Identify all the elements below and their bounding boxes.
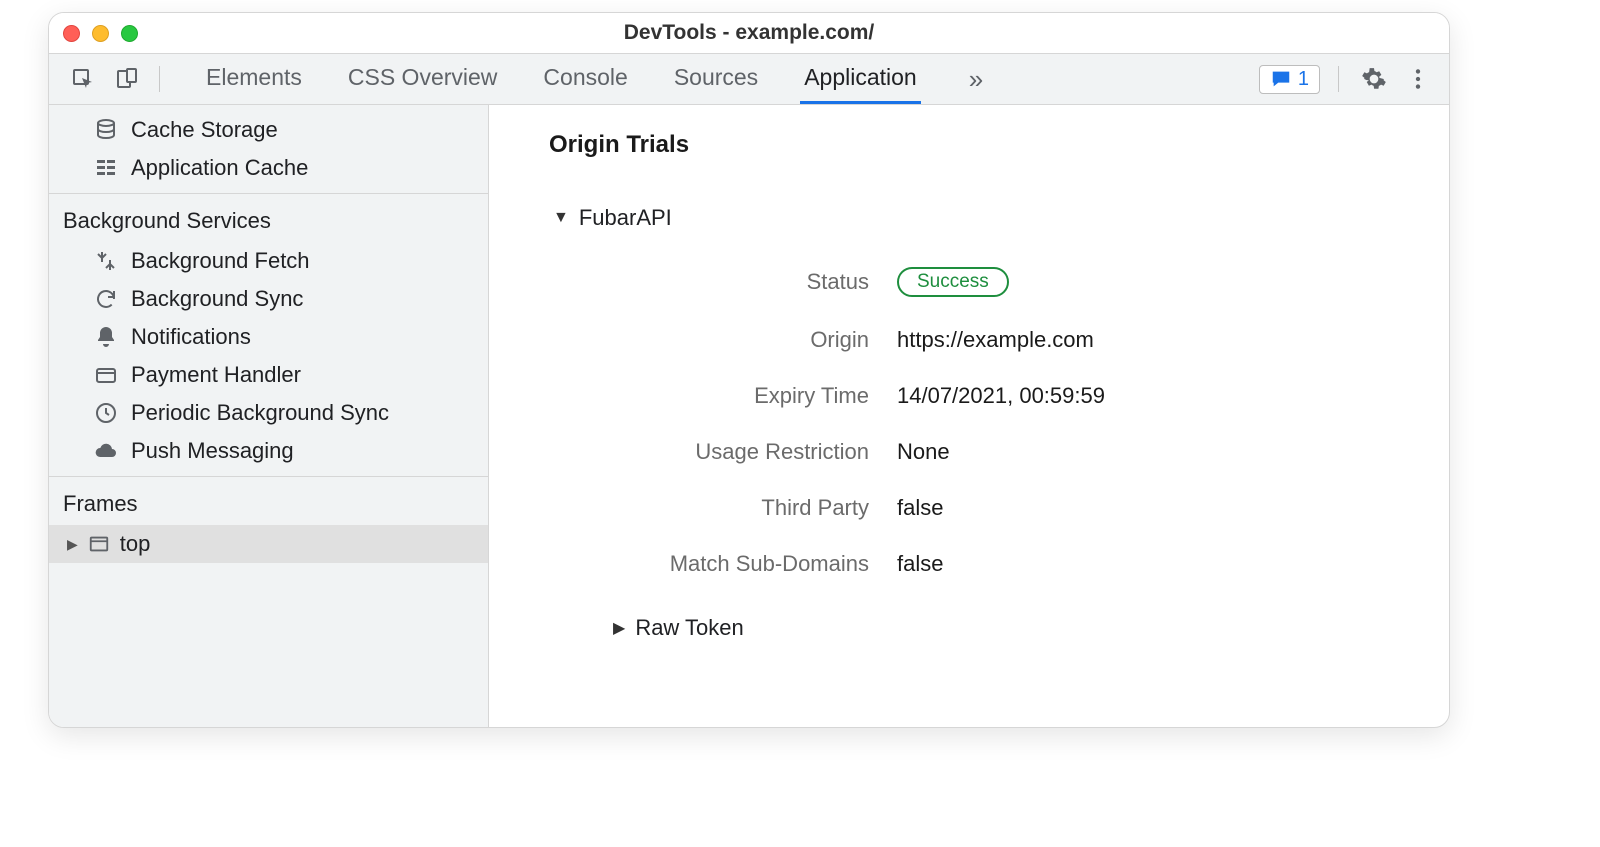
- trial-row[interactable]: ▼ FubarAPI: [549, 201, 1399, 235]
- kebab-icon: [1405, 66, 1431, 92]
- tab-application[interactable]: Application: [800, 54, 921, 104]
- sidebar-item-cache-storage[interactable]: Cache Storage: [49, 111, 488, 149]
- sidebar-item-application-cache[interactable]: Application Cache: [49, 149, 488, 187]
- sidebar-item-periodic-sync[interactable]: Periodic Background Sync: [49, 394, 488, 432]
- sidebar-item-notifications[interactable]: Notifications: [49, 318, 488, 356]
- value-usage: None: [897, 439, 1399, 465]
- tabs: Elements CSS Overview Console Sources Ap…: [202, 54, 993, 104]
- grid-icon: [93, 155, 119, 181]
- application-sidebar: Cache Storage Application Cache Backgrou…: [49, 105, 489, 727]
- sidebar-item-push-messaging[interactable]: Push Messaging: [49, 432, 488, 470]
- sidebar-item-background-fetch[interactable]: Background Fetch: [49, 242, 488, 280]
- more-tabs-button[interactable]: »: [959, 54, 993, 104]
- disclosure-triangle-icon: ▶: [67, 536, 78, 553]
- device-toolbar-icon[interactable]: [107, 59, 147, 99]
- gear-icon: [1361, 66, 1387, 92]
- cloud-icon: [93, 438, 119, 464]
- label-third-party: Third Party: [549, 495, 869, 521]
- message-icon: [1270, 68, 1292, 90]
- window-title: DevTools - example.com/: [49, 21, 1449, 45]
- tab-sources[interactable]: Sources: [670, 54, 762, 104]
- sidebar-section-bg-services: Background Services Background Fetch Bac…: [49, 194, 488, 477]
- trial-name: FubarAPI: [579, 205, 672, 231]
- sidebar-item-background-sync[interactable]: Background Sync: [49, 280, 488, 318]
- value-expiry: 14/07/2021, 00:59:59: [897, 383, 1399, 409]
- sidebar-item-label: Periodic Background Sync: [131, 400, 389, 426]
- sync-icon: [93, 286, 119, 312]
- frame-label: top: [120, 531, 151, 557]
- toolbar-left: [57, 59, 174, 99]
- titlebar: DevTools - example.com/: [49, 13, 1449, 53]
- sidebar-item-label: Cache Storage: [131, 117, 278, 143]
- disclosure-triangle-down-icon: ▼: [553, 209, 569, 227]
- tab-elements[interactable]: Elements: [202, 54, 306, 104]
- trial-properties: Status Success Origin https://example.co…: [549, 267, 1399, 577]
- card-icon: [93, 362, 119, 388]
- sidebar-item-label: Background Fetch: [131, 248, 310, 274]
- settings-button[interactable]: [1357, 62, 1391, 96]
- label-expiry: Expiry Time: [549, 383, 869, 409]
- sidebar-item-label: Push Messaging: [131, 438, 294, 464]
- issues-count: 1: [1298, 68, 1309, 91]
- raw-token-row[interactable]: ▶ Raw Token: [549, 611, 1399, 645]
- sidebar-item-label: Payment Handler: [131, 362, 301, 388]
- separator: [159, 66, 160, 92]
- tab-css-overview[interactable]: CSS Overview: [344, 54, 502, 104]
- sidebar-item-payment-handler[interactable]: Payment Handler: [49, 356, 488, 394]
- sidebar-heading-frames: Frames: [49, 483, 488, 525]
- status-badge: Success: [897, 267, 1009, 297]
- zoom-window-button[interactable]: [121, 25, 138, 42]
- label-subdomains: Match Sub-Domains: [549, 551, 869, 577]
- bell-icon: [93, 324, 119, 350]
- more-options-button[interactable]: [1401, 62, 1435, 96]
- issues-chip[interactable]: 1: [1259, 65, 1320, 94]
- body: Cache Storage Application Cache Backgrou…: [49, 105, 1449, 727]
- tab-console[interactable]: Console: [539, 54, 631, 104]
- sidebar-item-label: Notifications: [131, 324, 251, 350]
- panel-title: Origin Trials: [549, 131, 1399, 159]
- sidebar-item-frame-top[interactable]: ▶ top: [49, 525, 488, 563]
- close-window-button[interactable]: [63, 25, 80, 42]
- origin-trials-panel: Origin Trials ▼ FubarAPI Status Success …: [489, 105, 1449, 727]
- sidebar-section-storage: Cache Storage Application Cache: [49, 105, 488, 194]
- devtools-window: DevTools - example.com/ Elements CSS Ove…: [48, 12, 1450, 728]
- main-tabbar: Elements CSS Overview Console Sources Ap…: [49, 53, 1449, 105]
- window-controls: [63, 25, 138, 42]
- value-status: Success: [897, 267, 1399, 297]
- toolbar-right: 1: [1259, 62, 1441, 96]
- sidebar-item-label: Background Sync: [131, 286, 303, 312]
- sidebar-item-label: Application Cache: [131, 155, 308, 181]
- sidebar-section-frames: Frames ▶ top: [49, 477, 488, 569]
- raw-token-label: Raw Token: [635, 615, 743, 641]
- inspect-element-icon[interactable]: [63, 59, 103, 99]
- label-status: Status: [549, 269, 869, 295]
- frame-icon: [88, 533, 110, 555]
- minimize-window-button[interactable]: [92, 25, 109, 42]
- label-usage: Usage Restriction: [549, 439, 869, 465]
- label-origin: Origin: [549, 327, 869, 353]
- separator: [1338, 66, 1339, 92]
- value-origin: https://example.com: [897, 327, 1399, 353]
- database-icon: [93, 117, 119, 143]
- fetch-icon: [93, 248, 119, 274]
- value-subdomains: false: [897, 551, 1399, 577]
- chevron-double-right-icon: »: [969, 64, 983, 95]
- clock-icon: [93, 400, 119, 426]
- disclosure-triangle-right-icon: ▶: [613, 618, 625, 638]
- value-third-party: false: [897, 495, 1399, 521]
- sidebar-heading-bg-services: Background Services: [49, 200, 488, 242]
